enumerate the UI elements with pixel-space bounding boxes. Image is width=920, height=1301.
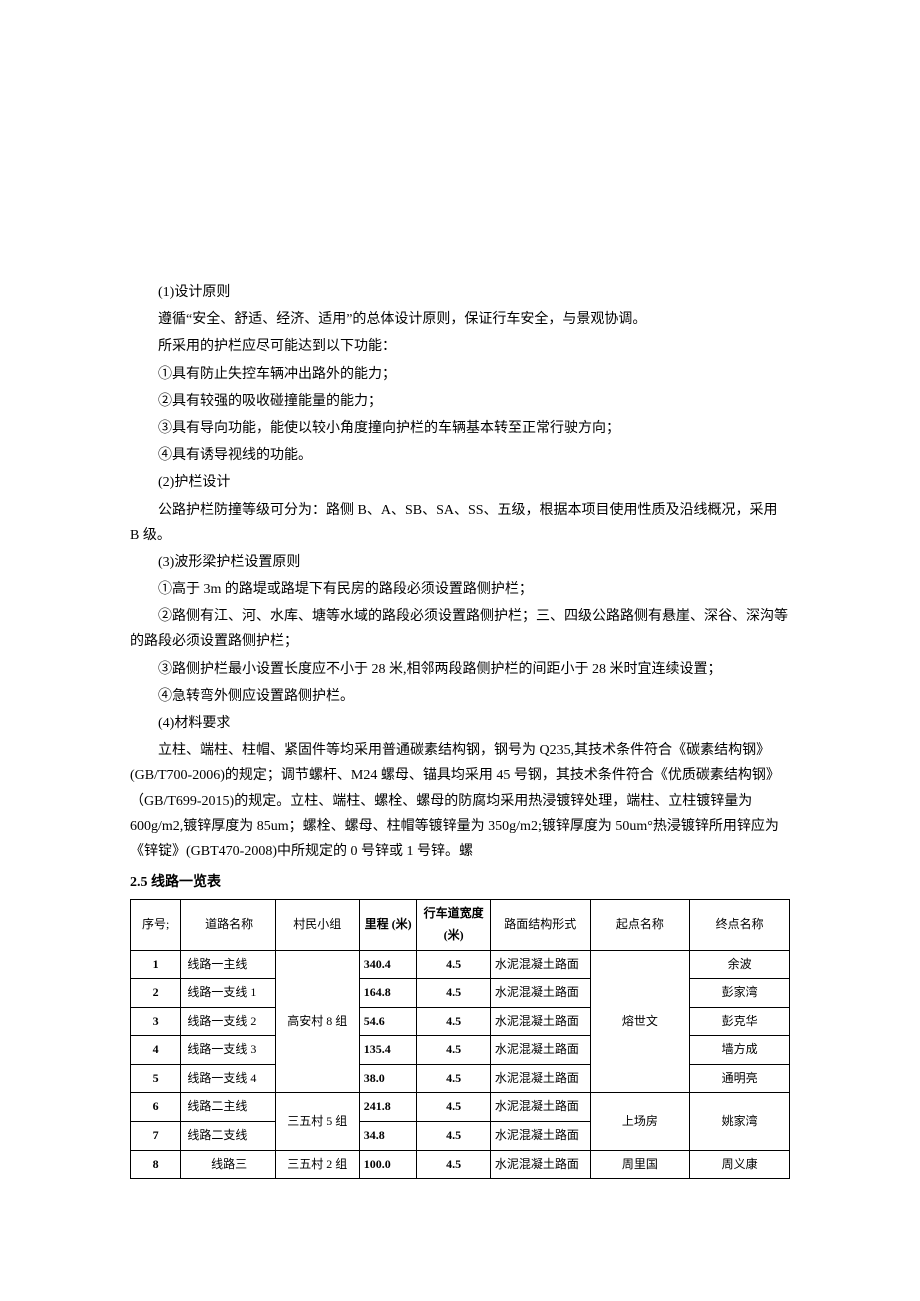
cell-road: 线路一支线 3	[181, 1036, 275, 1065]
cell-surf: 水泥混凝土路面	[490, 1036, 590, 1065]
cell-surf: 水泥混凝土路面	[490, 1064, 590, 1093]
table-body: 1线路一主线高安村 8 组340.44.5水泥混凝土路面熔世文余波2线路一支线 …	[131, 950, 790, 1179]
para-16: 立柱、端柱、柱帽、紧固件等均采用普通碳素结构钢，钢号为 Q235,其技术条件符合…	[130, 738, 790, 864]
para-10: (3)波形梁护栏设置原则	[130, 550, 790, 575]
table-row: 6线路二主线三五村 5 组241.84.5水泥混凝土路面上场房姚家湾	[131, 1093, 790, 1122]
cell-surf: 水泥混凝土路面	[490, 1093, 590, 1122]
cell-road: 线路一主线	[181, 950, 275, 979]
cell-start: 熔世文	[590, 950, 690, 1093]
cell-end: 余波	[690, 950, 790, 979]
table-row: 8线路三三五村 2 组100.04.5水泥混凝土路面周里国周义康	[131, 1150, 790, 1179]
para-11: ①高于 3m 的路堤或路堤下有民房的路段必须设置路侧护栏；	[130, 577, 790, 602]
cell-surf: 水泥混凝土路面	[490, 979, 590, 1008]
cell-width: 4.5	[417, 1093, 490, 1122]
para-7: ④具有诱导视线的功能。	[130, 443, 790, 468]
cell-dist: 164.8	[359, 979, 417, 1008]
cell-road: 线路二支线	[181, 1122, 275, 1151]
para-3: 所采用的护栏应尽可能达到以下功能：	[130, 334, 790, 359]
cell-seq: 6	[131, 1093, 181, 1122]
th-end: 终点名称	[690, 900, 790, 950]
cell-end: 姚家湾	[690, 1093, 790, 1150]
table-row: 5线路一支线 4 38.04.5水泥混凝土路面 通明亮	[131, 1064, 790, 1093]
cell-dist: 54.6	[359, 1007, 417, 1036]
cell-dist: 34.8	[359, 1122, 417, 1151]
th-group: 村民小组	[275, 900, 359, 950]
cell-end: 通明亮	[690, 1064, 790, 1093]
cell-width: 4.5	[417, 1122, 490, 1151]
para-2: 遵循“安全、舒适、经济、适用”的总体设计原则，保证行车安全，与景观协调。	[130, 307, 790, 332]
cell-seq: 7	[131, 1122, 181, 1151]
section-title: 2.5 线路一览表	[130, 870, 790, 895]
para-4: ①具有防止失控车辆冲出路外的能力；	[130, 362, 790, 387]
table-row: 2线路一支线 1 164.84.5水泥混凝土路面 彭家湾	[131, 979, 790, 1008]
th-surf: 路面结构形式	[490, 900, 590, 950]
th-seq: 序号;	[131, 900, 181, 950]
th-start: 起点名称	[590, 900, 690, 950]
para-1: (1)设计原则	[130, 280, 790, 305]
cell-start: 上场房	[590, 1093, 690, 1150]
cell-road: 线路一支线 1	[181, 979, 275, 1008]
cell-road: 线路三	[181, 1150, 275, 1179]
th-road: 道路名称	[181, 900, 275, 950]
cell-surf: 水泥混凝土路面	[490, 1007, 590, 1036]
cell-end: 墙方成	[690, 1036, 790, 1065]
para-14: ④急转弯外侧应设置路侧护栏。	[130, 684, 790, 709]
para-9: 公路护栏防撞等级可分为：路侧 B、A、SB、SA、SS、五级，根据本项目使用性质…	[130, 498, 790, 548]
cell-width: 4.5	[417, 1007, 490, 1036]
cell-group: 高安村 8 组	[275, 950, 359, 1093]
table-row: 3线路一支线 2 54.64.5水泥混凝土路面 彭克华	[131, 1007, 790, 1036]
cell-end: 彭克华	[690, 1007, 790, 1036]
cell-surf: 水泥混凝土路面	[490, 950, 590, 979]
para-15: (4)材料要求	[130, 711, 790, 736]
cell-width: 4.5	[417, 1150, 490, 1179]
cell-road: 线路一支线 4	[181, 1064, 275, 1093]
cell-seq: 3	[131, 1007, 181, 1036]
cell-seq: 1	[131, 950, 181, 979]
para-6: ③具有导向功能，能使以较小角度撞向护栏的车辆基本转至正常行驶方向；	[130, 416, 790, 441]
cell-group: 三五村 5 组	[275, 1093, 359, 1150]
para-5: ②具有较强的吸收碰撞能量的能力；	[130, 389, 790, 414]
cell-seq: 2	[131, 979, 181, 1008]
cell-width: 4.5	[417, 1036, 490, 1065]
para-12: ②路侧有江、河、水库、塘等水域的路段必须设置路侧护栏；三、四级公路路侧有悬崖、深…	[130, 604, 790, 654]
cell-dist: 100.0	[359, 1150, 417, 1179]
cell-seq: 8	[131, 1150, 181, 1179]
para-8: (2)护栏设计	[130, 470, 790, 495]
th-dist: 里程 (米)	[359, 900, 417, 950]
cell-seq: 4	[131, 1036, 181, 1065]
cell-group: 三五村 2 组	[275, 1150, 359, 1179]
table-row: 1线路一主线高安村 8 组340.44.5水泥混凝土路面熔世文余波	[131, 950, 790, 979]
cell-road: 线路一支线 2	[181, 1007, 275, 1036]
cell-seq: 5	[131, 1064, 181, 1093]
cell-end: 周义康	[690, 1150, 790, 1179]
cell-start: 周里国	[590, 1150, 690, 1179]
cell-dist: 340.4	[359, 950, 417, 979]
cell-width: 4.5	[417, 950, 490, 979]
cell-dist: 241.8	[359, 1093, 417, 1122]
cell-dist: 38.0	[359, 1064, 417, 1093]
table-row: 4线路一支线 3 135.44.5水泥混凝土路面 墙方成	[131, 1036, 790, 1065]
route-table: 序号; 道路名称 村民小组 里程 (米) 行车道宽度 (米) 路面结构形式 起点…	[130, 899, 790, 1179]
cell-road: 线路二主线	[181, 1093, 275, 1122]
cell-dist: 135.4	[359, 1036, 417, 1065]
cell-width: 4.5	[417, 979, 490, 1008]
cell-surf: 水泥混凝土路面	[490, 1150, 590, 1179]
cell-end: 彭家湾	[690, 979, 790, 1008]
para-13: ③路侧护栏最小设置长度应不小于 28 米,相邻两段路侧护栏的间距小于 28 米时…	[130, 657, 790, 682]
cell-width: 4.5	[417, 1064, 490, 1093]
cell-surf: 水泥混凝土路面	[490, 1122, 590, 1151]
th-width: 行车道宽度 (米)	[417, 900, 490, 950]
table-header-row: 序号; 道路名称 村民小组 里程 (米) 行车道宽度 (米) 路面结构形式 起点…	[131, 900, 790, 950]
